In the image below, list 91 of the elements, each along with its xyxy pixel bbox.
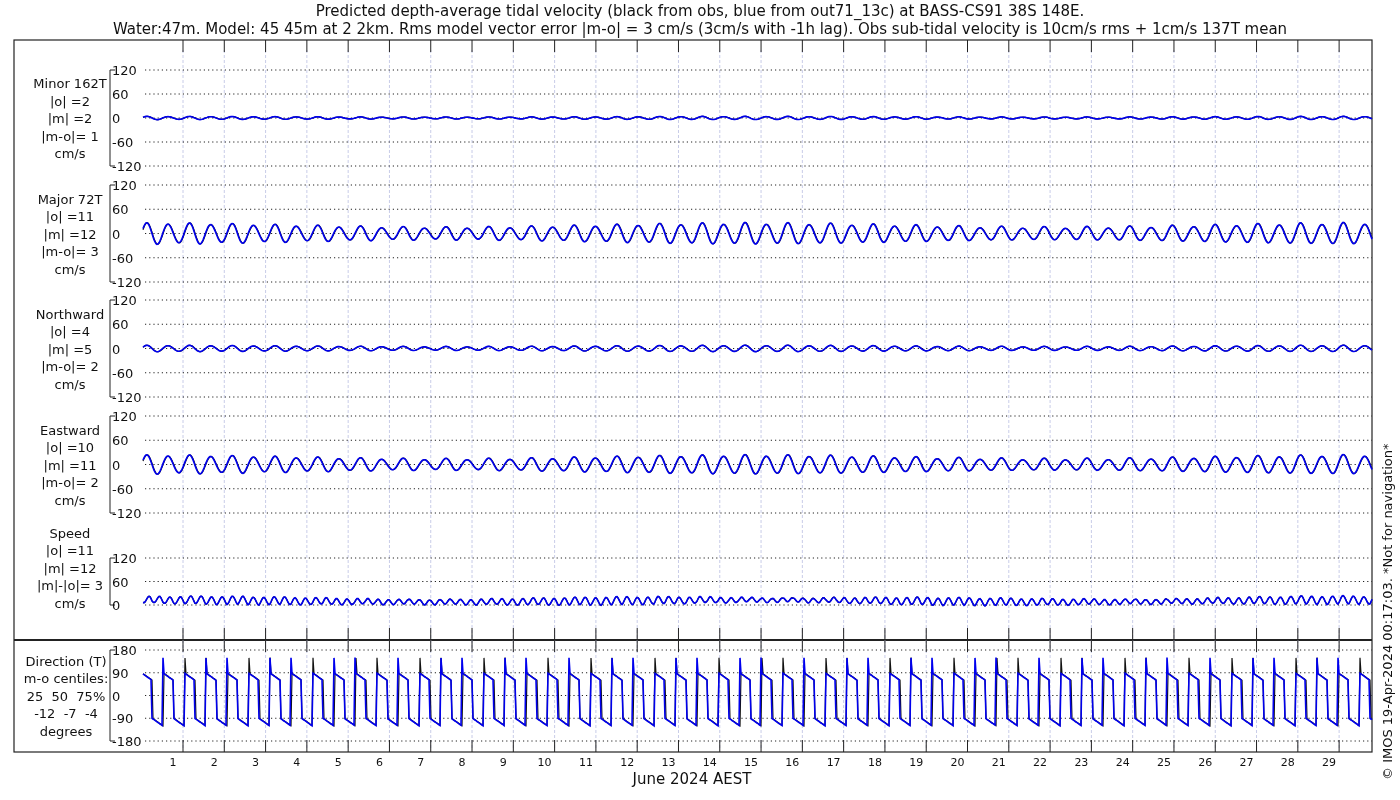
panel-label: Northward [35, 306, 105, 322]
x-tick-label: 2 [210, 756, 218, 769]
panel-label: |m-o|= 2 [41, 475, 99, 490]
panel-label: |m-o|= 3 [41, 244, 99, 259]
x-tick-label: 3 [252, 756, 260, 769]
panel-label: |m| =11 [43, 457, 97, 473]
y-tick-label: 60 [112, 433, 129, 449]
y-tick-label: 0 [112, 341, 121, 357]
x-tick-label: 26 [1198, 756, 1213, 769]
panel-label: Major 72T [37, 191, 103, 207]
panel-label: |o| =4 [50, 324, 90, 339]
x-tick-label: 25 [1156, 756, 1171, 769]
x-tick-label: 16 [785, 756, 800, 769]
x-tick-label: 18 [867, 756, 882, 769]
x-tick-label: 14 [702, 756, 717, 769]
y-tick-label: -60 [112, 135, 134, 150]
x-tick-label: 1 [169, 756, 177, 769]
y-tick-label: 120 [112, 63, 137, 78]
panel-label: cm/s [54, 492, 86, 508]
x-tick-label: 6 [375, 756, 383, 769]
x-tick-label: 27 [1239, 756, 1254, 769]
y-tick-label: 60 [112, 317, 129, 333]
x-tick-label: 13 [661, 756, 676, 769]
panel-label: degrees [39, 723, 93, 739]
y-tick-label: -60 [112, 481, 134, 497]
panel-label: |m| =2 [47, 111, 93, 126]
y-tick-label: 0 [112, 688, 121, 704]
panel-label: |o| =10 [45, 440, 95, 455]
y-tick-label: 90 [112, 665, 129, 681]
x-tick-label: 11 [578, 756, 593, 769]
panel-label: 25 50 75% [26, 688, 106, 704]
y-tick-label: -60 [112, 365, 134, 381]
panel-label: |m-o|= 1 [41, 128, 99, 144]
copyright-note: © IMOS 19-Apr-2024 00:17:03. *Not for navigation* [1380, 443, 1395, 780]
chart-title: Predicted depth-average tidal velocity (black from obs, blue from out71_13c) at BASS-CS91 38S 148E. [315, 2, 1085, 20]
y-tick-label: 120 [112, 409, 137, 424]
x-tick-label: 4 [293, 756, 301, 769]
x-tick-label: 21 [991, 756, 1006, 769]
y-tick-label: 120 [112, 178, 137, 193]
panel-label: Speed [49, 525, 91, 541]
panel-label: |m| =5 [47, 341, 93, 357]
x-tick-label: 10 [537, 756, 552, 769]
panel-label: |m|-|o|= 3 [36, 578, 104, 593]
panel-label: cm/s [54, 376, 86, 392]
y-tick-label: 60 [112, 574, 129, 590]
y-tick-label: 120 [112, 293, 137, 308]
x-tick-label: 9 [499, 756, 507, 769]
y-tick-label: 0 [112, 226, 121, 242]
y-tick-label: 120 [112, 551, 137, 566]
x-tick-label: 17 [826, 756, 841, 769]
panel-label: |o| =11 [45, 209, 95, 224]
x-tick-label: 20 [950, 756, 965, 769]
x-tick-label: 29 [1322, 756, 1337, 769]
x-tick-label: 24 [1115, 756, 1130, 769]
y-tick-label: 0 [112, 111, 121, 126]
panel-label: |m| =12 [43, 560, 97, 576]
panel-label: Direction (T) [25, 653, 107, 669]
panel-label: m-o centiles: [23, 671, 109, 686]
y-tick-label: 60 [112, 202, 129, 218]
panel-label: Eastward [40, 422, 100, 438]
x-tick-label: 19 [909, 756, 924, 769]
panel-label: Minor 162T [33, 76, 107, 91]
y-tick-label: -120 [112, 390, 142, 405]
panel-label: |m-o|= 2 [41, 359, 99, 374]
panel-label: cm/s [54, 261, 86, 277]
x-tick-label: 5 [334, 756, 342, 769]
x-tick-label: 7 [417, 756, 425, 769]
x-tick-label: 28 [1280, 756, 1295, 769]
y-tick-label: -90 [112, 711, 134, 727]
y-tick-label: -180 [112, 734, 142, 749]
panel-label: cm/s [54, 595, 86, 611]
x-axis-label: June 2024 AEST [632, 770, 752, 788]
x-tick-label: 23 [1074, 756, 1089, 769]
y-tick-label: -120 [112, 275, 142, 290]
y-tick-label: -120 [112, 159, 142, 174]
panel-label: cm/s [54, 146, 86, 161]
panel-label: |o| =11 [45, 543, 95, 558]
panel-label: |o| =2 [50, 93, 90, 109]
x-tick-label: 15 [744, 756, 759, 769]
chart-title: Water:47m. Model: 45 45m at 2 2km. Rms model vector error |m-o| = 3 cm/s (3cm/s with -1h lag). Obs sub-tidal velocity is 10cm/s rms + 1cm/s 137T mean [112, 20, 1288, 38]
panel-label: -12 -7 -4 [34, 706, 98, 721]
y-tick-label: -60 [112, 250, 134, 266]
y-tick-label: 0 [112, 598, 121, 613]
y-tick-label: -120 [112, 506, 142, 521]
x-tick-label: 12 [620, 756, 635, 769]
x-tick-label: 22 [1033, 756, 1048, 769]
y-tick-label: 180 [112, 643, 137, 658]
x-tick-label: 8 [458, 756, 466, 769]
y-tick-label: 60 [112, 87, 129, 102]
y-tick-label: 0 [112, 457, 121, 473]
panel-label: |m| =12 [43, 226, 97, 242]
